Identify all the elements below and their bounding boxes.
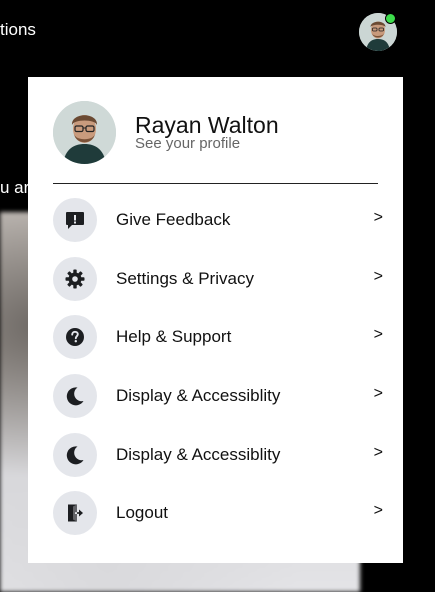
profile-header[interactable]: Rayan Walton See your profile — [53, 101, 383, 165]
avatar-image — [53, 101, 116, 164]
menu-item-label: Settings & Privacy — [116, 269, 254, 288]
menu-item-give-feedback[interactable]: Give Feedback > — [53, 198, 383, 242]
menu-item-display-accessibility[interactable]: Display & Accessiblity > — [53, 374, 383, 418]
moon-icon — [53, 433, 97, 477]
menu-item-settings-privacy[interactable]: Settings & Privacy > — [53, 257, 383, 301]
menu-item-logout[interactable]: Logout > — [53, 491, 383, 535]
chevron-right-icon: > — [373, 502, 383, 519]
profile-avatar[interactable] — [53, 101, 116, 164]
menu-item-label: Logout — [116, 503, 168, 522]
content-text-fragment: u ar — [0, 178, 30, 197]
chevron-right-icon: > — [373, 444, 383, 461]
chevron-right-icon: > — [373, 209, 383, 226]
menu-item-help-support[interactable]: Help & Support > — [53, 315, 383, 359]
feedback-icon — [53, 198, 97, 242]
menu-item-label: Display & Accessiblity — [116, 445, 281, 464]
chevron-right-icon: > — [373, 385, 383, 402]
chevron-right-icon: > — [373, 326, 383, 343]
menu-item-label: Help & Support — [116, 327, 232, 346]
profile-dropdown-menu: Rayan Walton See your profile Give Feedb… — [28, 77, 403, 563]
moon-icon — [53, 374, 97, 418]
online-status-dot — [385, 13, 396, 24]
see-profile-link[interactable]: See your profile — [135, 135, 240, 152]
help-icon — [53, 315, 97, 359]
menu-item-label: Display & Accessiblity — [116, 386, 281, 405]
divider — [53, 183, 378, 184]
menu-item-display-accessibility[interactable]: Display & Accessiblity > — [53, 433, 383, 477]
nav-text-fragment: tions — [0, 20, 36, 39]
menu-item-label: Give Feedback — [116, 210, 231, 229]
logout-icon — [53, 491, 97, 535]
chevron-right-icon: > — [373, 268, 383, 285]
gear-icon — [53, 257, 97, 301]
